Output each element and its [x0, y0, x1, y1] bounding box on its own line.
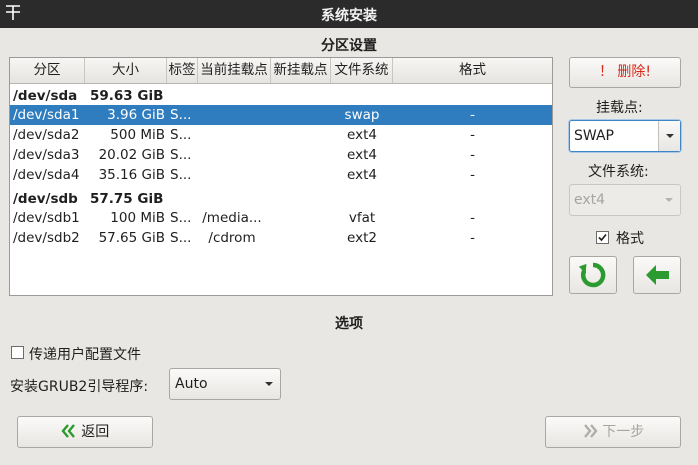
label-cell: S... — [170, 107, 192, 123]
reset-button[interactable] — [569, 256, 617, 294]
chevron-down-icon — [264, 369, 274, 403]
filesystem-select[interactable]: ext4 — [569, 184, 681, 216]
device-name: /dev/sdb — [13, 191, 78, 207]
device-name: /dev/sda — [13, 88, 78, 104]
format-cell: - — [470, 107, 475, 123]
format-cell: - — [470, 210, 475, 226]
format-label: 格式 — [616, 231, 644, 247]
apply-button[interactable] — [633, 256, 681, 294]
arrow-left-icon — [634, 265, 680, 297]
size-cell: 35.16 GiB — [98, 167, 165, 183]
grub-select[interactable]: Auto — [169, 368, 281, 400]
pass-user-config-label: 传递用户配置文件 — [29, 347, 141, 363]
partition-cell: /dev/sdb2 — [13, 230, 80, 246]
filesystem-cell: vfat — [348, 210, 376, 226]
format-cell: - — [470, 127, 475, 143]
back-button[interactable]: 返回 — [17, 416, 153, 448]
table-row[interactable]: /dev/sda1 3.96 GiB S... swap - — [10, 105, 552, 125]
column-header-current-mount[interactable]: 当前挂载点 — [198, 58, 271, 83]
format-cell: - — [470, 167, 475, 183]
chevron-down-icon — [658, 185, 680, 215]
pass-user-config-checkbox[interactable] — [11, 346, 24, 359]
partition-cell: /dev/sda2 — [13, 127, 80, 143]
device-group-row[interactable]: /dev/sda 59.63 GiB — [10, 86, 552, 106]
column-header-partition[interactable]: 分区 — [10, 58, 85, 83]
label-cell: S... — [170, 127, 192, 143]
filesystem-cell: ext4 — [347, 127, 377, 143]
device-size: 57.75 GiB — [90, 191, 164, 207]
device-size: 59.63 GiB — [90, 88, 164, 104]
column-header-format[interactable]: 格式 — [393, 58, 552, 83]
table-header: 分区 大小 标签 当前挂载点 新挂载点 文件系统 格式 — [10, 58, 552, 84]
table-row[interactable]: /dev/sda4 35.16 GiB S... ext4 - — [10, 165, 552, 185]
filesystem-cell: ext4 — [347, 167, 377, 183]
label-cell: S... — [170, 210, 192, 226]
partition-section-title: 分区设置 — [321, 38, 377, 54]
refresh-icon — [570, 262, 616, 297]
table-row[interactable]: /dev/sdb1 100 MiB S... /media... vfat - — [10, 208, 552, 228]
partition-cell: /dev/sda4 — [13, 167, 80, 183]
mount-point-label: 挂载点: — [596, 100, 643, 116]
mount-point-combobox[interactable]: SWAP — [569, 120, 681, 152]
column-header-new-mount[interactable]: 新挂载点 — [271, 58, 331, 83]
filesystem-value: ext4 — [574, 192, 606, 208]
filesystem-label: 文件系统: — [588, 164, 649, 180]
size-cell: 3.96 GiB — [107, 107, 165, 123]
title-bar: 系统安装 — [0, 0, 698, 28]
label-cell: S... — [170, 167, 192, 183]
table-row[interactable]: /dev/sda3 20.02 GiB S... ext4 - — [10, 145, 552, 165]
size-cell: 20.02 GiB — [98, 147, 165, 163]
next-button[interactable]: 下一步 — [545, 416, 681, 448]
format-cell: - — [470, 147, 475, 163]
device-group-row[interactable]: /dev/sdb 57.75 GiB — [10, 189, 552, 209]
next-button-label: 下一步 — [602, 424, 645, 440]
partition-cell: /dev/sdb1 — [13, 210, 80, 226]
label-cell: S... — [170, 230, 192, 246]
current-mount-cell: /cdrom — [208, 230, 256, 246]
current-mount-cell: /media... — [202, 210, 262, 226]
grub-select-value: Auto — [175, 376, 208, 392]
partition-cell: /dev/sda3 — [13, 147, 80, 163]
filesystem-cell: ext2 — [347, 230, 377, 246]
double-chevron-left-icon — [61, 424, 81, 440]
table-row[interactable]: /dev/sda2 500 MiB S... ext4 - — [10, 125, 552, 145]
size-cell: 500 MiB — [110, 127, 165, 143]
options-section-title: 选项 — [335, 316, 363, 332]
table-row[interactable]: /dev/sdb2 57.65 GiB S... /cdrom ext2 - — [10, 228, 552, 248]
label-cell: S... — [170, 147, 192, 163]
back-button-label: 返回 — [81, 424, 110, 440]
column-header-size[interactable]: 大小 — [85, 58, 167, 83]
filesystem-cell: swap — [344, 107, 380, 123]
format-checkbox[interactable] — [596, 231, 609, 244]
chevron-down-icon[interactable] — [658, 121, 680, 151]
window-title: 系统安装 — [321, 8, 377, 24]
filesystem-cell: ext4 — [347, 147, 377, 163]
size-cell: 100 MiB — [110, 210, 165, 226]
double-chevron-right-icon — [582, 424, 602, 440]
partition-table[interactable]: 分区 大小 标签 当前挂载点 新挂载点 文件系统 格式 /dev/sda 59.… — [9, 57, 553, 296]
partition-cell: /dev/sda1 — [13, 107, 80, 123]
column-header-filesystem[interactable]: 文件系统 — [331, 58, 393, 83]
format-cell: - — [470, 230, 475, 246]
column-header-label[interactable]: 标签 — [167, 58, 198, 83]
delete-partition-button[interactable]: ！ 删除! — [569, 57, 681, 88]
size-cell: 57.65 GiB — [98, 230, 165, 246]
mount-point-input[interactable]: SWAP — [574, 121, 614, 151]
grub-label: 安装GRUB2引导程序: — [10, 379, 149, 395]
